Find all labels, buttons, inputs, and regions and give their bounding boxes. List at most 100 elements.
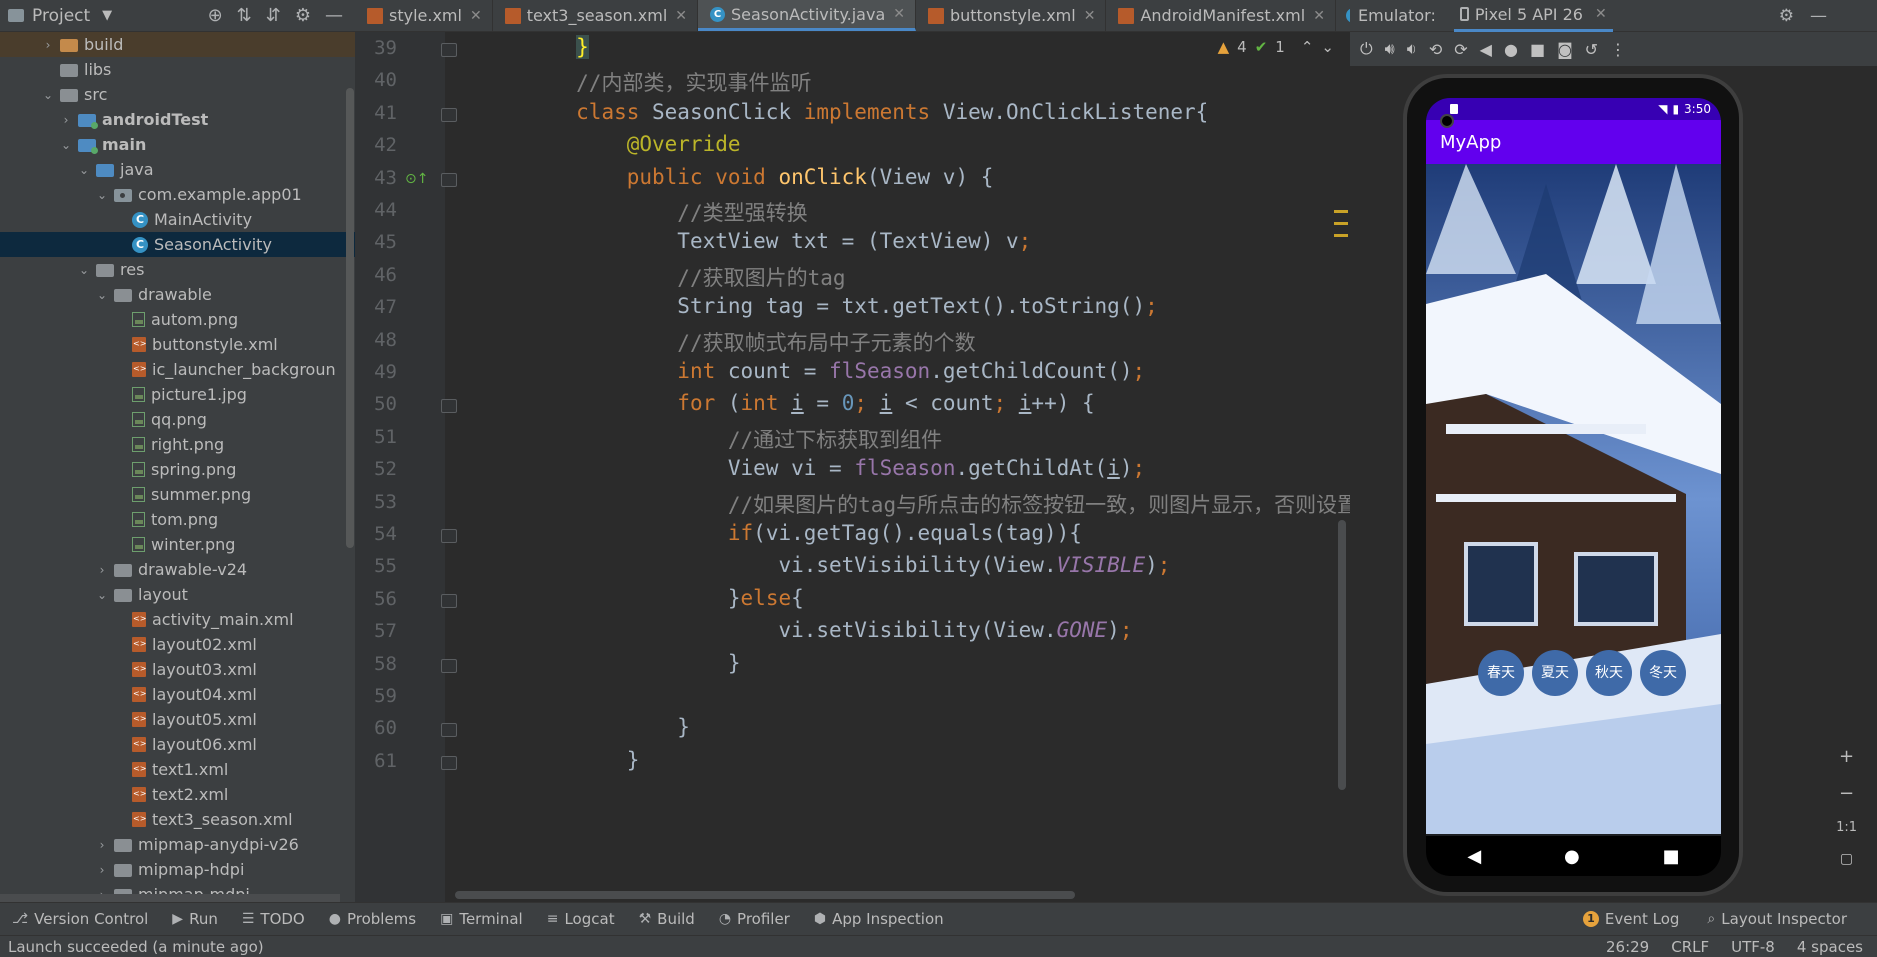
locate-icon[interactable]: ⊕ [208, 5, 223, 26]
tool-window-button[interactable]: ◔ Profiler [719, 910, 790, 928]
error-stripe-mark[interactable] [1334, 234, 1348, 237]
tree-item[interactable]: ⌄ res [0, 257, 355, 282]
tree-item[interactable]: layout04.xml [0, 682, 355, 707]
chevron-down-icon[interactable]: ⌄ [1321, 38, 1334, 56]
tool-window-button[interactable]: ☰ TODO [242, 910, 305, 928]
tree-item[interactable]: spring.png [0, 457, 355, 482]
chevron-down-icon[interactable]: ▼ [102, 8, 112, 23]
overview-icon[interactable]: ■ [1530, 40, 1545, 59]
tree-item[interactable]: › androidTest [0, 107, 355, 132]
tree-item[interactable]: qq.png [0, 407, 355, 432]
tree-item[interactable]: ⌄ java [0, 157, 355, 182]
gear-icon[interactable]: ⚙ [295, 5, 311, 26]
tree-item[interactable]: › build [0, 32, 355, 57]
tree-item[interactable]: picture1.jpg [0, 382, 355, 407]
editor-tab[interactable]: C SeasonActivity.java ✕ [698, 0, 916, 31]
code-horizontal-scrollbar[interactable] [455, 891, 1075, 899]
fit-screen-icon[interactable]: ▢ [1840, 851, 1853, 867]
chevron-up-icon[interactable]: ⌃ [1301, 38, 1314, 56]
tree-item[interactable]: right.png [0, 432, 355, 457]
tool-window-button[interactable]: ● Problems [329, 910, 416, 928]
chevron-down-icon[interactable]: ⌄ [94, 288, 110, 302]
line-separator[interactable]: CRLF [1671, 938, 1709, 956]
fold-marker-icon[interactable] [441, 755, 457, 770]
tree-item[interactable]: ic_launcher_backgroun [0, 357, 355, 382]
editor-tab[interactable]: AndroidManifest.xml ✕ [1106, 0, 1336, 31]
chevron-right-icon[interactable]: › [94, 863, 110, 877]
chevron-down-icon[interactable]: ⌄ [58, 138, 74, 152]
close-icon[interactable]: ✕ [1084, 8, 1096, 24]
editor-tab[interactable]: buttonstyle.xml ✕ [916, 0, 1107, 31]
close-icon[interactable]: ✕ [1313, 8, 1325, 24]
gear-icon[interactable]: ⚙ [1779, 6, 1794, 26]
tree-item[interactable]: › mipmap-hdpi [0, 857, 355, 882]
tool-window-button[interactable]: ▶ Run [172, 910, 218, 928]
chevron-down-icon[interactable]: ⌄ [76, 263, 92, 277]
fold-marker-icon[interactable] [441, 399, 457, 414]
tool-window-button[interactable]: ⚒ Build [639, 910, 695, 928]
override-gutter-icon[interactable]: ⊙↑ [405, 171, 428, 187]
chevron-down-icon[interactable]: ⌄ [76, 163, 92, 177]
tree-item[interactable]: buttonstyle.xml [0, 332, 355, 357]
hide-icon[interactable]: — [325, 5, 343, 26]
tree-item[interactable]: libs [0, 57, 355, 82]
tree-item[interactable]: layout03.xml [0, 657, 355, 682]
autumn-button[interactable]: 秋天 [1586, 650, 1632, 696]
tool-window-button[interactable]: ⬢ App Inspection [814, 910, 944, 928]
editor-tab[interactable]: text3_season.xml ✕ [493, 0, 699, 31]
close-icon[interactable]: ✕ [470, 8, 482, 24]
tree-item[interactable]: ⌄ com.example.app01 [0, 182, 355, 207]
volume-down-icon[interactable]: 🔉︎ [1407, 39, 1417, 59]
tree-horizontal-scrollbar[interactable] [0, 894, 340, 902]
inspection-widget[interactable]: ▲ 4 ✔ 1 ⌃ ⌄ [1218, 38, 1334, 56]
tree-item[interactable]: › drawable-v24 [0, 557, 355, 582]
tree-item[interactable]: ⌄ drawable [0, 282, 355, 307]
zoom-in-icon[interactable]: + [1839, 746, 1854, 767]
phone-screen[interactable]: ◥ ▮ 3:50 MyApp 春天 夏天 秋天 冬天 ◀ ● ■ [1426, 98, 1721, 876]
status-message[interactable]: Launch succeeded (a minute ago) [8, 938, 264, 956]
tree-item[interactable]: tom.png [0, 507, 355, 532]
tree-item[interactable]: C SeasonActivity [0, 232, 355, 257]
chevron-right-icon[interactable]: › [40, 38, 56, 52]
file-encoding[interactable]: UTF-8 [1731, 938, 1775, 956]
code-vertical-scrollbar[interactable] [1338, 520, 1346, 790]
home-icon[interactable]: ● [1504, 40, 1518, 59]
camera-icon[interactable]: ◙ [1557, 40, 1573, 59]
code-area[interactable]: } //内部类，实现事件监听 class SeasonClick impleme… [475, 32, 1350, 902]
chevron-right-icon[interactable]: › [94, 563, 110, 577]
chevron-right-icon[interactable]: › [58, 113, 74, 127]
tree-item[interactable]: layout06.xml [0, 732, 355, 757]
tree-scrollbar[interactable] [346, 88, 354, 548]
rotate-left-icon[interactable]: ⟲ [1429, 40, 1442, 59]
hide-icon[interactable]: — [1810, 6, 1827, 26]
tree-item[interactable]: C MainActivity [0, 207, 355, 232]
nav-back-icon[interactable]: ◀ [1467, 846, 1481, 867]
tree-item[interactable]: › mipmap-anydpi-v26 [0, 832, 355, 857]
snapshot-icon[interactable]: ↺ [1585, 40, 1598, 59]
collapse-all-icon[interactable]: ⇵ [266, 5, 281, 26]
tree-item[interactable]: ⌄ src [0, 82, 355, 107]
spring-button[interactable]: 春天 [1478, 650, 1524, 696]
zoom-out-icon[interactable]: − [1839, 783, 1854, 804]
tool-window-button[interactable]: ⎇ Version Control [12, 910, 148, 928]
fold-marker-icon[interactable] [441, 172, 457, 187]
close-icon[interactable]: ✕ [675, 8, 687, 24]
chevron-right-icon[interactable]: › [94, 838, 110, 852]
chevron-down-icon[interactable]: ⌄ [94, 188, 110, 202]
close-icon[interactable]: ✕ [1595, 6, 1607, 22]
chevron-down-icon[interactable]: ⌄ [94, 588, 110, 602]
fold-marker-icon[interactable] [441, 107, 457, 122]
winter-button[interactable]: 冬天 [1640, 650, 1686, 696]
expand-all-icon[interactable]: ⇅ [237, 5, 252, 26]
indent-setting[interactable]: 4 spaces [1797, 938, 1863, 956]
tree-item[interactable]: winter.png [0, 532, 355, 557]
caret-position[interactable]: 26:29 [1606, 938, 1649, 956]
fold-marker-icon[interactable] [441, 43, 457, 57]
tool-window-button[interactable]: ▣ Terminal [440, 910, 523, 928]
tree-item[interactable]: ⌄ main [0, 132, 355, 157]
tree-item[interactable]: text1.xml [0, 757, 355, 782]
nav-home-icon[interactable]: ● [1564, 846, 1580, 867]
tree-item[interactable]: text2.xml [0, 782, 355, 807]
power-icon[interactable]: ⏻ [1360, 39, 1373, 59]
layout-inspector-button[interactable]: ⌕ Layout Inspector [1707, 910, 1847, 928]
